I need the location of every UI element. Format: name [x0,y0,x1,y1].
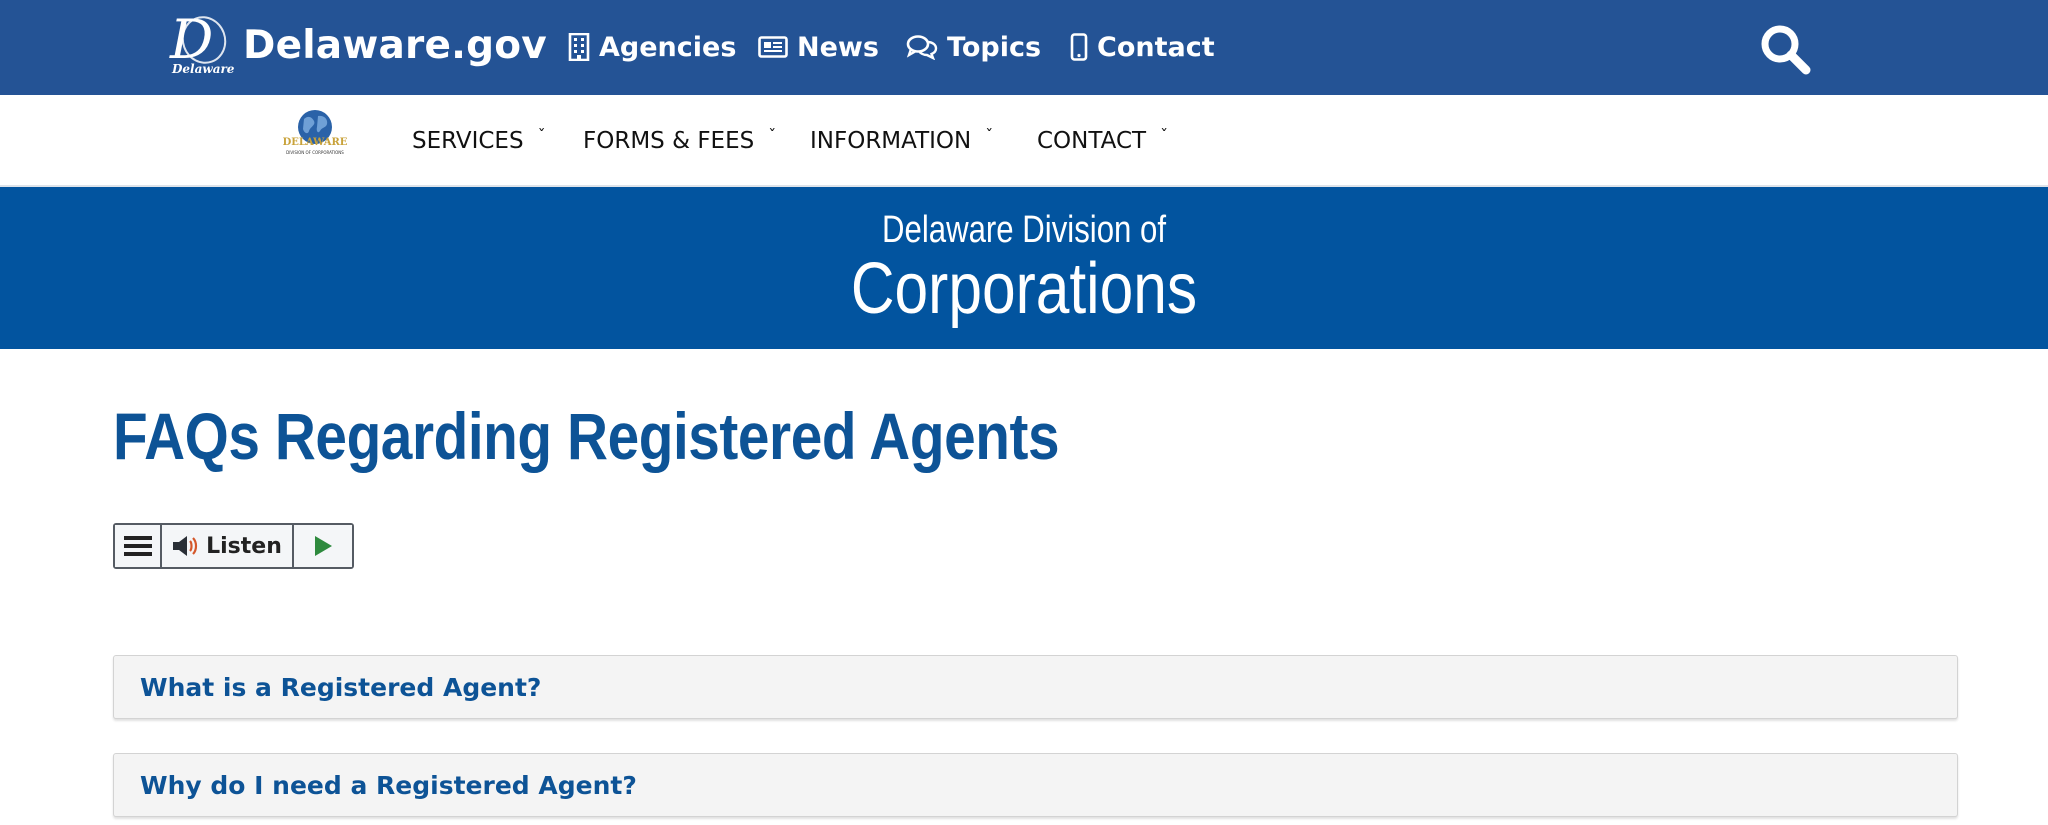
banner-subtitle: Delaware Division of [881,209,1167,251]
menu-contact[interactable]: CONTACT ˇ [1037,121,1168,161]
division-banner: Delaware Division of Corporations [0,187,2048,349]
play-icon [315,536,332,556]
logo-d-glyph: D [170,8,214,71]
menu-forms-fees-label: FORMS & FEES [583,128,755,154]
nav-contact[interactable]: Contact [1070,25,1215,69]
nav-news[interactable]: News [758,25,879,69]
nav-news-label: News [797,31,879,63]
nav-topics[interactable]: Topics [906,25,1041,69]
chevron-down-icon: ˇ [768,125,777,145]
search-icon [1761,25,1811,75]
globe-logo-icon: DELAWARE DIVISION OF CORPORATIONS [283,110,348,155]
building-icon [568,33,590,61]
site-name-link[interactable]: Delaware.gov [243,18,547,74]
faq-question: What is a Registered Agent? [140,672,542,702]
chevron-down-icon: ˇ [1160,125,1169,145]
delaware-gov-logo[interactable]: D Delaware [170,8,240,82]
listen-label: Listen [206,533,282,559]
division-logo[interactable]: DELAWARE DIVISION OF CORPORATIONS [282,107,348,161]
menu-services-label: SERVICES [412,128,524,154]
nav-agencies[interactable]: Agencies [568,25,736,69]
division-nav: DELAWARE DIVISION OF CORPORATIONS SERVIC… [0,95,2048,187]
mobile-phone-icon [1070,33,1088,61]
menu-services[interactable]: SERVICES ˇ [412,121,546,161]
newspaper-icon [758,36,788,58]
listen-play-button[interactable] [294,525,352,567]
faq-question: Why do I need a Registered Agent? [140,770,637,800]
menu-information-label: INFORMATION [810,128,972,154]
search-button[interactable] [1758,22,1812,76]
hamburger-icon [123,536,152,556]
nav-topics-label: Topics [947,31,1042,63]
faq-accordion-item[interactable]: What is a Registered Agent? [113,655,1958,719]
division-logo-subtext: DIVISION OF CORPORATIONS [286,150,344,155]
speaker-icon [173,536,198,556]
state-header: D Delaware Delaware.gov Agencies News To… [0,0,2048,95]
logo-script: Delaware [172,62,235,76]
listen-widget: Listen [113,523,354,569]
chevron-down-icon: ˇ [985,125,994,145]
menu-information[interactable]: INFORMATION ˇ [810,121,993,161]
nav-contact-label: Contact [1097,31,1215,63]
division-logo-text: DELAWARE [283,137,348,148]
listen-menu-button[interactable] [115,525,162,567]
nav-agencies-label: Agencies [599,31,737,63]
page-title: FAQs Regarding Registered Agents [113,399,1060,473]
faq-accordion-item[interactable]: Why do I need a Registered Agent? [113,753,1958,817]
banner-title: Corporations [850,249,1198,329]
chat-bubbles-icon [906,35,938,60]
menu-contact-label: CONTACT [1037,128,1147,154]
chevron-down-icon: ˇ [537,125,546,145]
listen-button[interactable]: Listen [162,525,294,567]
menu-forms-fees[interactable]: FORMS & FEES ˇ [583,121,776,161]
